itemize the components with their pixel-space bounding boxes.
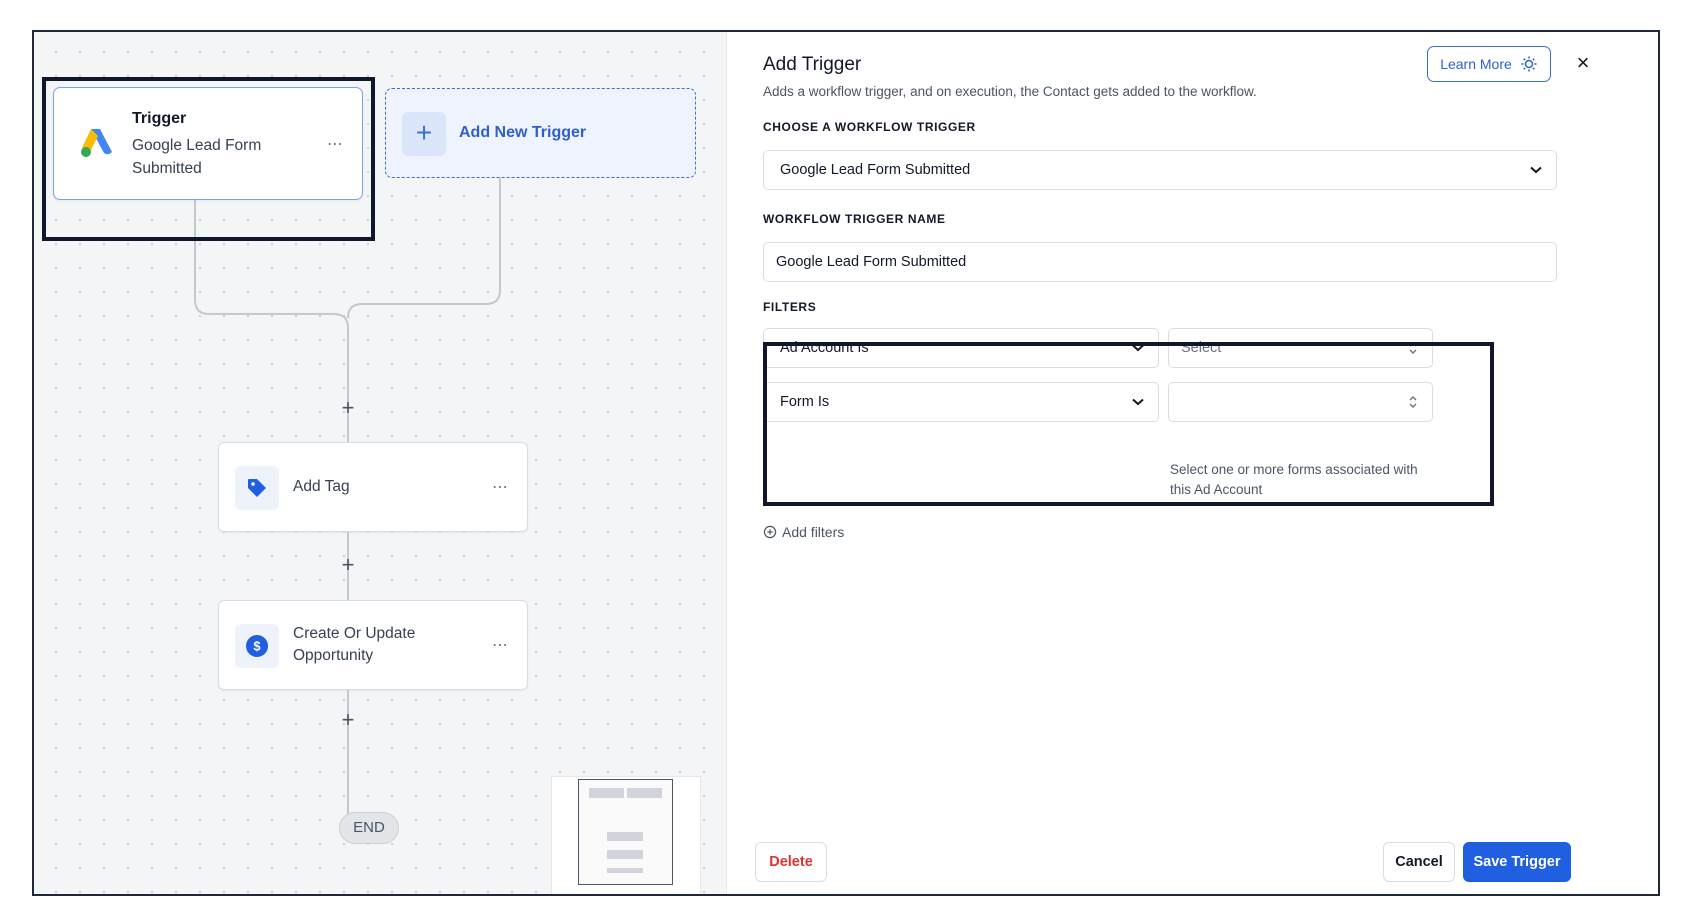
add-filters-button[interactable]: Add filters: [763, 524, 844, 540]
chevron-down-icon: [1132, 329, 1144, 367]
action-node-menu-icon[interactable]: ⋯: [492, 635, 509, 655]
add-trigger-panel: Add Trigger Adds a workflow trigger, and…: [727, 32, 1658, 894]
save-trigger-button[interactable]: Save Trigger: [1463, 842, 1571, 882]
app-frame: Trigger Google Lead Form Submitted ⋯ + A…: [32, 30, 1660, 896]
trigger-name-input[interactable]: Google Lead Form Submitted: [763, 242, 1557, 282]
minimap-viewport[interactable]: [578, 779, 673, 885]
add-step-button[interactable]: +: [338, 397, 358, 419]
trigger-node-menu-icon[interactable]: ⋯: [327, 134, 344, 154]
trigger-node-title: Trigger: [132, 110, 187, 127]
add-step-button[interactable]: +: [338, 709, 358, 731]
tag-icon: [235, 466, 279, 510]
panel-title: Add Trigger: [763, 54, 862, 75]
add-new-trigger-button[interactable]: + Add New Trigger: [385, 88, 696, 178]
learn-more-button[interactable]: Learn More: [1427, 46, 1551, 82]
trigger-type-select[interactable]: Google Lead Form Submitted: [763, 150, 1557, 190]
filter-field-select[interactable]: Ad Account Is: [763, 328, 1159, 368]
action-node-opportunity[interactable]: $ Create Or Update Opportunity ⋯: [218, 600, 528, 690]
action-node-label: Create Or Update Opportunity: [293, 625, 416, 664]
chevron-updown-icon: [1408, 383, 1418, 421]
chevron-down-icon: [1530, 151, 1542, 189]
plus-circle-icon: [763, 525, 777, 539]
close-icon[interactable]: ×: [1573, 52, 1593, 74]
filters-label: FILTERS: [763, 300, 817, 314]
trigger-node[interactable]: Trigger Google Lead Form Submitted ⋯: [53, 87, 363, 200]
action-node-menu-icon[interactable]: ⋯: [492, 477, 509, 497]
svg-text:$: $: [253, 639, 261, 654]
chevron-down-icon: [1132, 383, 1144, 421]
ad-account-placeholder: Select: [1181, 340, 1222, 356]
trigger-name-value: Google Lead Form Submitted: [776, 254, 967, 270]
filter-field-value: Ad Account Is: [780, 340, 869, 356]
dollar-icon: $: [235, 624, 279, 668]
panel-description: Adds a workflow trigger, and on executio…: [763, 84, 1257, 99]
add-filters-label: Add filters: [782, 524, 845, 540]
trigger-name-label: WORKFLOW TRIGGER NAME: [763, 212, 946, 226]
choose-trigger-label: CHOOSE A WORKFLOW TRIGGER: [763, 120, 976, 134]
form-select[interactable]: [1168, 382, 1433, 422]
cancel-button[interactable]: Cancel: [1383, 842, 1455, 882]
ad-account-select[interactable]: Select: [1168, 328, 1433, 368]
plus-icon: +: [402, 112, 446, 156]
delete-button[interactable]: Delete: [755, 842, 827, 882]
learn-more-label: Learn More: [1440, 56, 1512, 72]
add-step-button[interactable]: +: [338, 554, 358, 576]
minimap[interactable]: [551, 776, 701, 894]
chevron-updown-icon: [1408, 329, 1418, 367]
google-ads-icon: [81, 129, 112, 157]
form-hint-text: Select one or more forms associated with…: [1170, 462, 1418, 497]
end-marker: END: [339, 812, 399, 844]
filter-field-value: Form Is: [780, 394, 830, 410]
add-new-trigger-label: Add New Trigger: [459, 124, 587, 141]
trigger-type-value: Google Lead Form Submitted: [780, 162, 971, 178]
lightbulb-icon: [1521, 56, 1537, 72]
trigger-node-subtitle: Google Lead Form Submitted: [132, 137, 262, 177]
action-node-add-tag[interactable]: Add Tag ⋯: [218, 442, 528, 532]
workflow-canvas[interactable]: Trigger Google Lead Form Submitted ⋯ + A…: [34, 32, 726, 894]
action-node-label: Add Tag: [293, 478, 350, 495]
filter-field-select[interactable]: Form Is: [763, 382, 1159, 422]
